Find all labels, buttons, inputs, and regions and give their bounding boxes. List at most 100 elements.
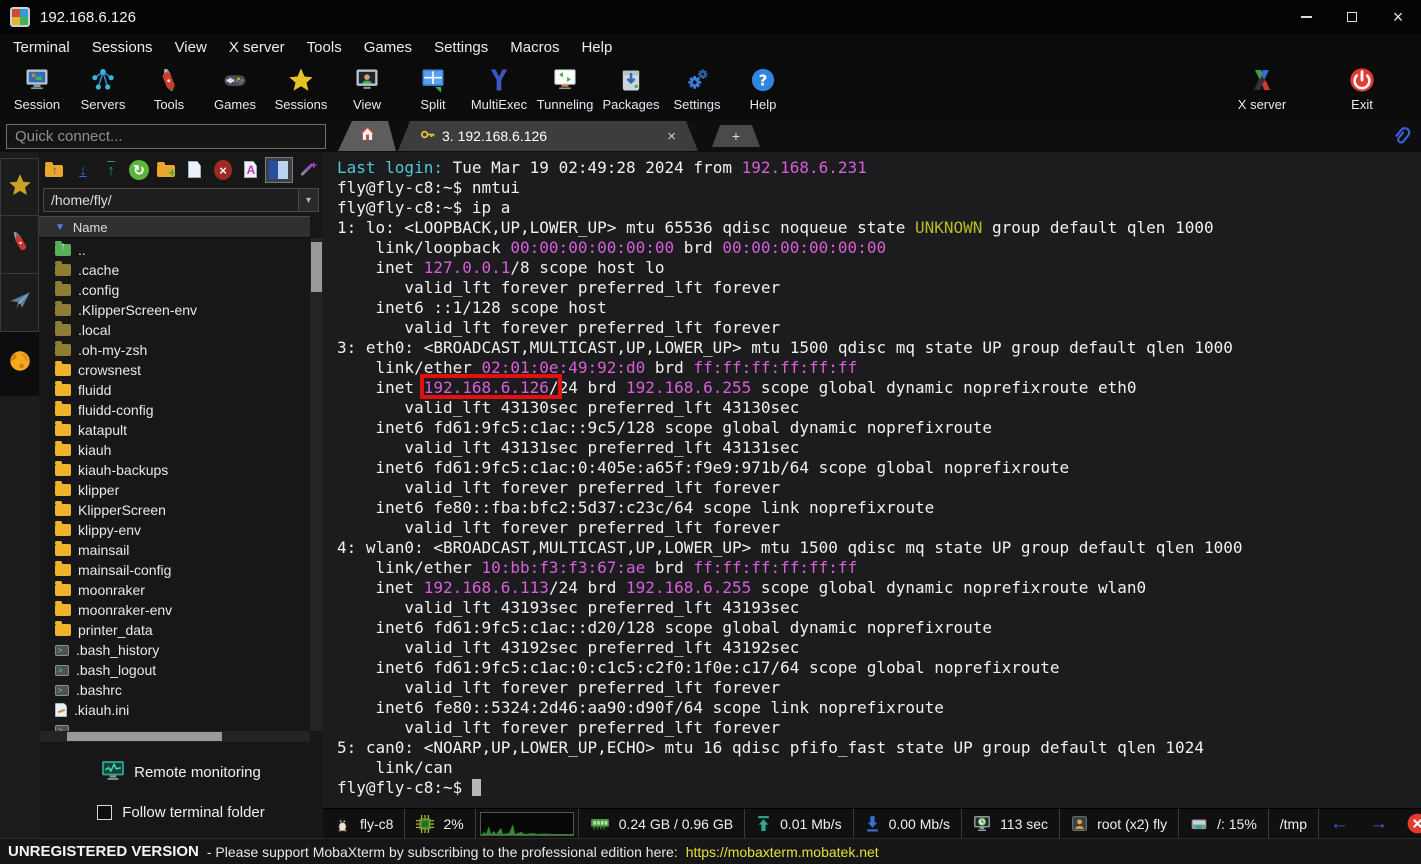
magic-wand-icon[interactable]: + — [294, 158, 320, 182]
file-row[interactable]: .kiauh.ini — [55, 700, 310, 720]
menu-item-x-server[interactable]: X server — [218, 39, 296, 56]
file-row[interactable]: .bashrc — [55, 680, 310, 700]
file-row[interactable]: .local — [55, 320, 310, 340]
tab-home[interactable] — [338, 121, 396, 151]
follow-checkbox[interactable] — [97, 805, 112, 820]
terminal[interactable]: Last login: Tue Mar 19 02:49:28 2024 fro… — [323, 152, 1421, 808]
toolbar-button-help[interactable]: ?Help — [730, 64, 796, 112]
remote-monitoring-button[interactable]: Remote monitoring — [101, 760, 261, 786]
toolbar-label-sessions: Sessions — [268, 97, 334, 112]
maximize-button[interactable] — [1329, 0, 1375, 34]
file-row[interactable]: crowsnest — [55, 360, 310, 380]
file-row[interactable]: moonraker-env — [55, 600, 310, 620]
file-row[interactable]: moonraker — [55, 580, 310, 600]
minimize-button[interactable] — [1283, 0, 1329, 34]
sidebar-panel-globe[interactable] — [0, 332, 39, 396]
refresh-icon[interactable]: ↻ — [126, 158, 152, 182]
folder-icon — [55, 324, 71, 336]
vertical-scrollbar[interactable] — [310, 238, 323, 731]
file-row[interactable]: printer_data — [55, 620, 310, 640]
menu-item-games[interactable]: Games — [353, 39, 423, 56]
terminal-line: link/ether 02:01:0e:49:92:d0 brd ff:ff:f… — [337, 358, 1421, 378]
file-row[interactable]: .oh-my-zsh — [55, 340, 310, 360]
sidebar-panel-plane[interactable] — [0, 274, 39, 332]
quick-connect-input[interactable] — [6, 124, 326, 149]
new-tab-button[interactable]: + — [712, 125, 760, 147]
folder-up-icon[interactable]: ↑ — [42, 158, 68, 182]
file-row[interactable]: .KlipperScreen-env — [55, 300, 310, 320]
menu-item-macros[interactable]: Macros — [499, 39, 570, 56]
menu-item-help[interactable]: Help — [570, 39, 623, 56]
file-row[interactable]: mainsail-config — [55, 560, 310, 580]
toolbar-button-games[interactable]: Games — [202, 64, 268, 112]
file-row[interactable]: kiauh — [55, 440, 310, 460]
file-row[interactable]: KlipperScreen — [55, 500, 310, 520]
toolbar-button-tools[interactable]: Tools — [136, 64, 202, 112]
status-text: 0.24 GB / 0.96 GB — [619, 816, 733, 832]
toolbar-button-settings[interactable]: Settings — [664, 64, 730, 112]
file-row[interactable]: kiauh-backups — [55, 460, 310, 480]
toolbar-button-exit[interactable]: Exit — [1329, 64, 1395, 112]
file-row[interactable]: .cache — [55, 260, 310, 280]
toolbar-button-sessions[interactable]: Sessions — [268, 64, 334, 112]
close-circle-icon[interactable] — [1399, 809, 1421, 838]
follow-terminal-folder-option[interactable]: Follow terminal folder — [97, 804, 265, 821]
toolbar-button-split[interactable]: Split — [400, 64, 466, 112]
rename-icon[interactable]: A — [238, 158, 264, 182]
nav-left-arrow-icon[interactable]: ← — [1330, 813, 1349, 835]
tab-close-icon[interactable]: × — [667, 128, 676, 145]
file-name: moonraker-env — [78, 602, 172, 618]
toolbar-button-session[interactable]: Session — [4, 64, 70, 112]
vertical-scrollbar-thumb[interactable] — [311, 242, 322, 292]
file-row[interactable]: .. — [55, 240, 310, 260]
menu-item-tools[interactable]: Tools — [296, 39, 353, 56]
close-window-button[interactable]: × — [1375, 0, 1421, 34]
toolbar-button-multiexec[interactable]: MultiExec — [466, 64, 532, 112]
menu-item-view[interactable]: View — [164, 39, 218, 56]
menu-item-terminal[interactable]: Terminal — [2, 39, 81, 56]
file-name: .bash_logout — [76, 662, 156, 678]
footer-link[interactable]: https://mobaxterm.mobatek.net — [686, 844, 879, 860]
file-row[interactable]: .bash_history — [55, 640, 310, 660]
paperclip-icon[interactable] — [1391, 124, 1413, 153]
terminal-line: valid_lft 43130sec preferred_lft 43130se… — [337, 398, 1421, 418]
delete-icon[interactable]: × — [210, 158, 236, 182]
tab-session-active[interactable]: 3. 192.168.6.126 × — [398, 121, 698, 151]
file-row[interactable]: mainsail — [55, 540, 310, 560]
new-folder-icon[interactable]: + — [154, 158, 180, 182]
file-row[interactable]: klipper — [55, 480, 310, 500]
toolbar-button-xserver[interactable]: X server — [1229, 64, 1295, 112]
dual-pane-icon[interactable] — [266, 158, 292, 182]
menu-item-sessions[interactable]: Sessions — [81, 39, 164, 56]
toolbar-button-tunneling[interactable]: Tunneling — [532, 64, 598, 112]
sort-direction-icon: ▼ — [55, 222, 65, 233]
file-row[interactable]: fluidd — [55, 380, 310, 400]
file-row[interactable]: fluidd-config — [55, 400, 310, 420]
toolbar-button-servers[interactable]: Servers — [70, 64, 136, 112]
path-input[interactable] — [43, 188, 299, 212]
horizontal-scrollbar-thumb[interactable] — [67, 732, 222, 741]
path-dropdown-button[interactable]: ▾ — [299, 188, 319, 212]
svg-text:?: ? — [759, 71, 768, 89]
sidebar-panel-star[interactable] — [0, 158, 39, 216]
nav-right-arrow-icon[interactable]: → — [1369, 813, 1388, 835]
sidebar-panel-knife[interactable] — [0, 216, 39, 274]
upload-icon[interactable]: ↑ — [98, 158, 124, 182]
name-column-header[interactable]: ▼ Name — [39, 216, 310, 238]
horizontal-scrollbar[interactable] — [39, 731, 310, 742]
split-icon — [400, 64, 466, 96]
file-row[interactable]: katapult — [55, 420, 310, 440]
file-row[interactable]: klippy-env — [55, 520, 310, 540]
file-row[interactable] — [55, 720, 310, 731]
new-file-icon[interactable] — [182, 158, 208, 182]
file-row[interactable]: .bash_logout — [55, 660, 310, 680]
download-icon[interactable]: ↓ — [70, 158, 96, 182]
menu-item-settings[interactable]: Settings — [423, 39, 499, 56]
file-row[interactable]: .config — [55, 280, 310, 300]
folder-icon — [55, 504, 71, 516]
file-name: .bash_history — [76, 642, 159, 658]
toolbar-label-games: Games — [202, 97, 268, 112]
menu-bar: TerminalSessionsViewX serverToolsGamesSe… — [0, 34, 1421, 61]
toolbar-button-view[interactable]: View — [334, 64, 400, 112]
toolbar-button-packages[interactable]: Packages — [598, 64, 664, 112]
